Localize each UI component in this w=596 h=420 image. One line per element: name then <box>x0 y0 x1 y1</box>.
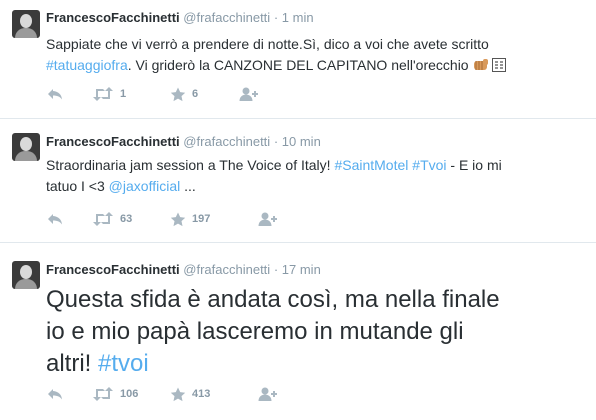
reply-button[interactable] <box>46 209 64 229</box>
follow-button[interactable] <box>258 209 278 229</box>
hashtag-link[interactable]: #tvoi <box>98 350 149 377</box>
favorite-button[interactable]: 197 <box>170 209 210 229</box>
avatar[interactable] <box>12 261 40 289</box>
reply-icon <box>48 389 62 400</box>
sos-emoji-icon <box>492 57 507 78</box>
timestamp[interactable]: 10 min <box>282 134 321 149</box>
timestamp[interactable]: 1 min <box>282 10 314 25</box>
text-line: Sappiate che vi verrò a prendere di nott… <box>46 36 489 52</box>
follow-button[interactable] <box>239 84 259 104</box>
follow-icon <box>258 387 277 401</box>
favorite-icon <box>170 212 186 226</box>
follow-icon <box>239 87 258 101</box>
author-handle[interactable]: @frafacchinetti <box>183 134 270 149</box>
retweet-icon <box>93 387 113 401</box>
favorite-button[interactable]: 6 <box>170 84 198 104</box>
retweet-count: 1 <box>120 88 127 100</box>
tweet-3[interactable]: FrancescoFacchinetti @frafacchinetti · 1… <box>0 243 596 420</box>
tweet-2[interactable]: FrancescoFacchinetti @frafacchinetti · 1… <box>0 119 596 241</box>
reply-button[interactable] <box>46 384 64 404</box>
text-line: altri! <box>46 350 99 377</box>
tweet-1[interactable]: FrancescoFacchinetti @frafacchinetti · 1… <box>0 0 596 118</box>
favorite-count: 6 <box>192 88 199 100</box>
retweet-button[interactable]: 106 <box>92 384 138 404</box>
hashtag-link[interactable]: #tatuaggiofra <box>46 57 128 73</box>
hashtag-link[interactable]: #Tvoi <box>412 157 446 173</box>
tweet-header: FrancescoFacchinetti @frafacchinetti · 1… <box>46 262 321 278</box>
reply-icon <box>48 89 62 100</box>
author-handle[interactable]: @frafacchinetti <box>183 262 270 277</box>
author-name[interactable]: FrancescoFacchinetti <box>46 262 180 277</box>
tweet-header: FrancescoFacchinetti @frafacchinetti · 1… <box>46 10 314 26</box>
text-line: Straordinaria jam session a The Voice of… <box>46 157 335 173</box>
retweet-icon <box>93 87 113 101</box>
follow-icon <box>258 212 277 226</box>
separator-dot: · <box>273 262 279 277</box>
tweet-text: Questa sfida è andata così, ma nella fin… <box>46 284 586 380</box>
avatar[interactable] <box>12 10 40 38</box>
text-line: Questa sfida è andata così, ma nella fin… <box>46 286 500 313</box>
favorite-count: 413 <box>192 388 211 400</box>
tweet-text: Straordinaria jam session a The Voice of… <box>46 155 586 197</box>
text-line: . Vi griderò la CANZONE DEL CAPITANO nel… <box>127 57 469 73</box>
hashtag-link[interactable]: #SaintMotel <box>334 157 408 173</box>
text-line: - E io mi <box>446 157 502 173</box>
author-name[interactable]: FrancescoFacchinetti <box>46 134 180 149</box>
text-line: ... <box>180 178 196 194</box>
mention-link[interactable]: @jaxofficial <box>109 178 181 194</box>
retweet-count: 106 <box>120 388 139 400</box>
favorite-icon <box>170 87 186 101</box>
timestamp[interactable]: 17 min <box>282 262 321 277</box>
retweet-button[interactable]: 63 <box>92 209 132 229</box>
tweet-text: Sappiate che vi verrò a prendere di nott… <box>46 34 586 78</box>
retweet-icon <box>93 212 113 226</box>
text-line: io e mio papà lasceremo in mutande gli <box>46 318 464 345</box>
tweet-header: FrancescoFacchinetti @frafacchinetti · 1… <box>46 134 321 150</box>
author-handle[interactable]: @frafacchinetti <box>183 10 270 25</box>
tweet-actions: 63 197 <box>46 209 346 229</box>
favorite-icon <box>170 387 186 401</box>
retweet-button[interactable]: 1 <box>92 84 126 104</box>
reply-icon <box>48 214 62 225</box>
reply-button[interactable] <box>46 84 64 104</box>
favorite-count: 197 <box>192 213 211 225</box>
favorite-button[interactable]: 413 <box>170 384 210 404</box>
separator-dot: · <box>273 10 279 25</box>
separator-dot: · <box>273 134 279 149</box>
follow-button[interactable] <box>258 384 278 404</box>
tweet-actions: 1 6 <box>46 84 346 104</box>
author-name[interactable]: FrancescoFacchinetti <box>46 10 180 25</box>
retweet-count: 63 <box>120 213 133 225</box>
avatar[interactable] <box>12 133 40 161</box>
text-line: tatuo I <3 <box>46 178 109 194</box>
fist-emoji-icon <box>473 57 489 78</box>
tweet-actions: 106 413 <box>46 384 346 404</box>
